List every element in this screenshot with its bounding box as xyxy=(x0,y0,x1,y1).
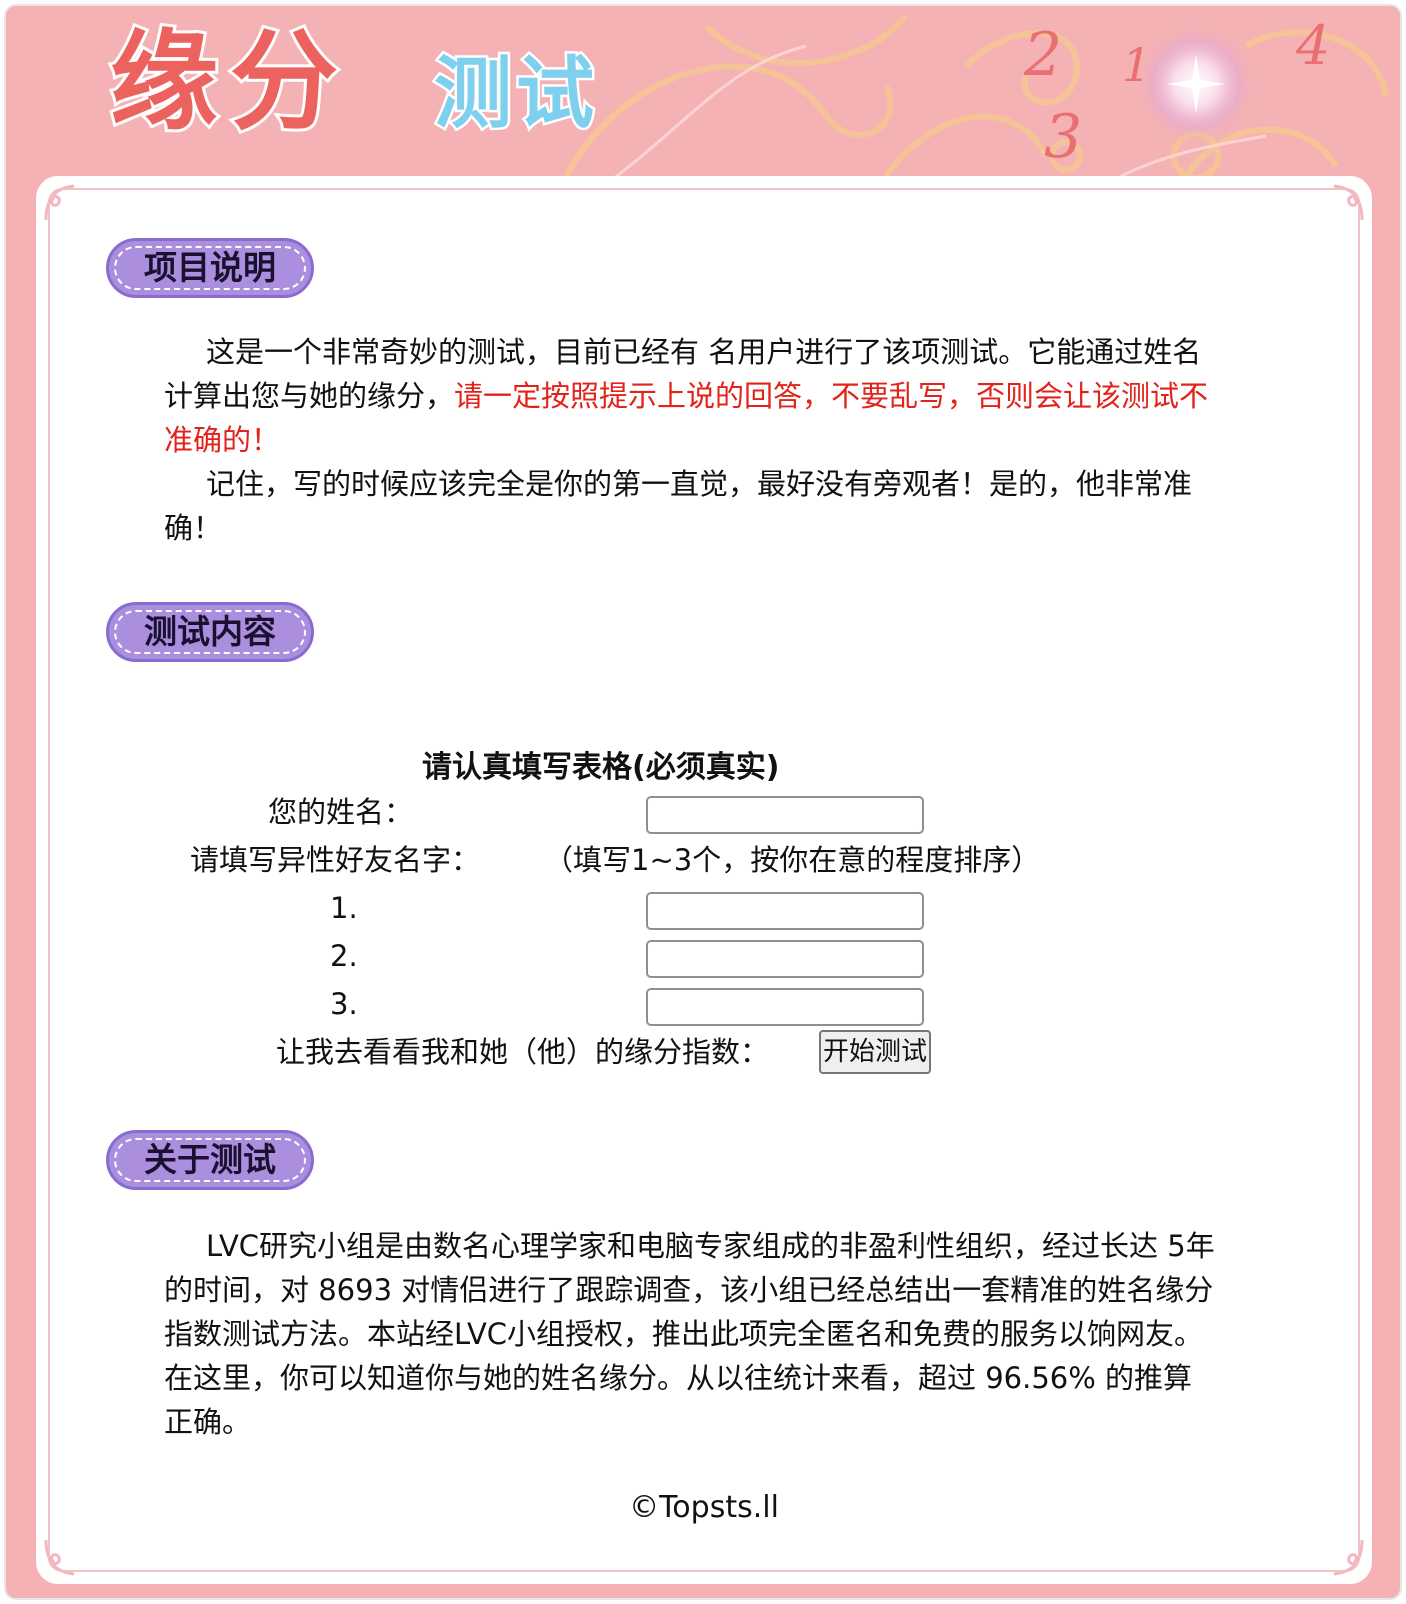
deco-number-1: 1 xyxy=(1122,38,1152,92)
friends-label: 请填写异性好友名字： xyxy=(190,843,481,877)
footer-copyright: ©Topsts.ll xyxy=(629,1490,779,1525)
page-frame: 2 1 4 3 缘分 测试 项目说明 这是一个非常奇妙的测试，目前已经有 名用户… xyxy=(4,4,1402,1600)
friend-3-input[interactable] xyxy=(646,988,924,1026)
friend-1-number: 1. xyxy=(330,891,358,925)
intro-paragraph: 这是一个非常奇妙的测试，目前已经有 名用户进行了该项测试。它能通过姓名计算出您与… xyxy=(164,330,1220,550)
section-heading-about-label: 关于测试 xyxy=(144,1140,276,1179)
name-label: 您的姓名： xyxy=(268,795,414,829)
deco-number-2: 2 xyxy=(1024,20,1063,90)
submit-prompt: 让我去看看我和她（他）的缘分指数： xyxy=(276,1035,770,1069)
intro-note-text: 记住，写的时候应该完全是你的第一直觉，最好没有旁观者！是的，他非常准确！ xyxy=(164,467,1193,545)
section-heading-intro-label: 项目说明 xyxy=(144,248,276,287)
section-heading-intro: 项目说明 xyxy=(106,238,314,298)
corner-ornament-icon xyxy=(44,184,75,221)
header-banner: 2 1 4 3 缘分 测试 xyxy=(6,6,1400,184)
friend-3-number: 3. xyxy=(330,987,358,1021)
content-panel: 项目说明 这是一个非常奇妙的测试，目前已经有 名用户进行了该项测试。它能通过姓名… xyxy=(36,176,1372,1584)
friend-1-input[interactable] xyxy=(646,892,924,930)
section-heading-test-label: 测试内容 xyxy=(144,612,276,651)
section-heading-about: 关于测试 xyxy=(106,1130,314,1190)
corner-ornament-icon xyxy=(44,1539,75,1576)
form-title: 请认真填写表格(必须真实) xyxy=(422,750,780,785)
corner-ornament-icon xyxy=(1333,184,1364,221)
friends-hint: （填写1~3个，按你在意的程度排序） xyxy=(544,843,1041,877)
site-title-sub: 测试 xyxy=(431,47,599,142)
deco-number-4: 4 xyxy=(1296,14,1331,77)
deco-number-3: 3 xyxy=(1044,102,1083,172)
your-name-input[interactable] xyxy=(646,796,924,834)
corner-ornament-icon xyxy=(1333,1539,1364,1576)
section-heading-test: 测试内容 xyxy=(106,602,314,662)
start-test-button[interactable]: 开始测试 xyxy=(819,1030,931,1074)
about-text: LVC研究小组是由数名心理学家和电脑专家组成的非盈利性组织，经过长达 5年的时间… xyxy=(164,1229,1215,1439)
site-title-main: 缘分 xyxy=(107,17,351,148)
friend-2-number: 2. xyxy=(330,939,358,973)
friend-2-input[interactable] xyxy=(646,940,924,978)
about-paragraph: LVC研究小组是由数名心理学家和电脑专家组成的非盈利性组织，经过长达 5年的时间… xyxy=(164,1224,1220,1444)
